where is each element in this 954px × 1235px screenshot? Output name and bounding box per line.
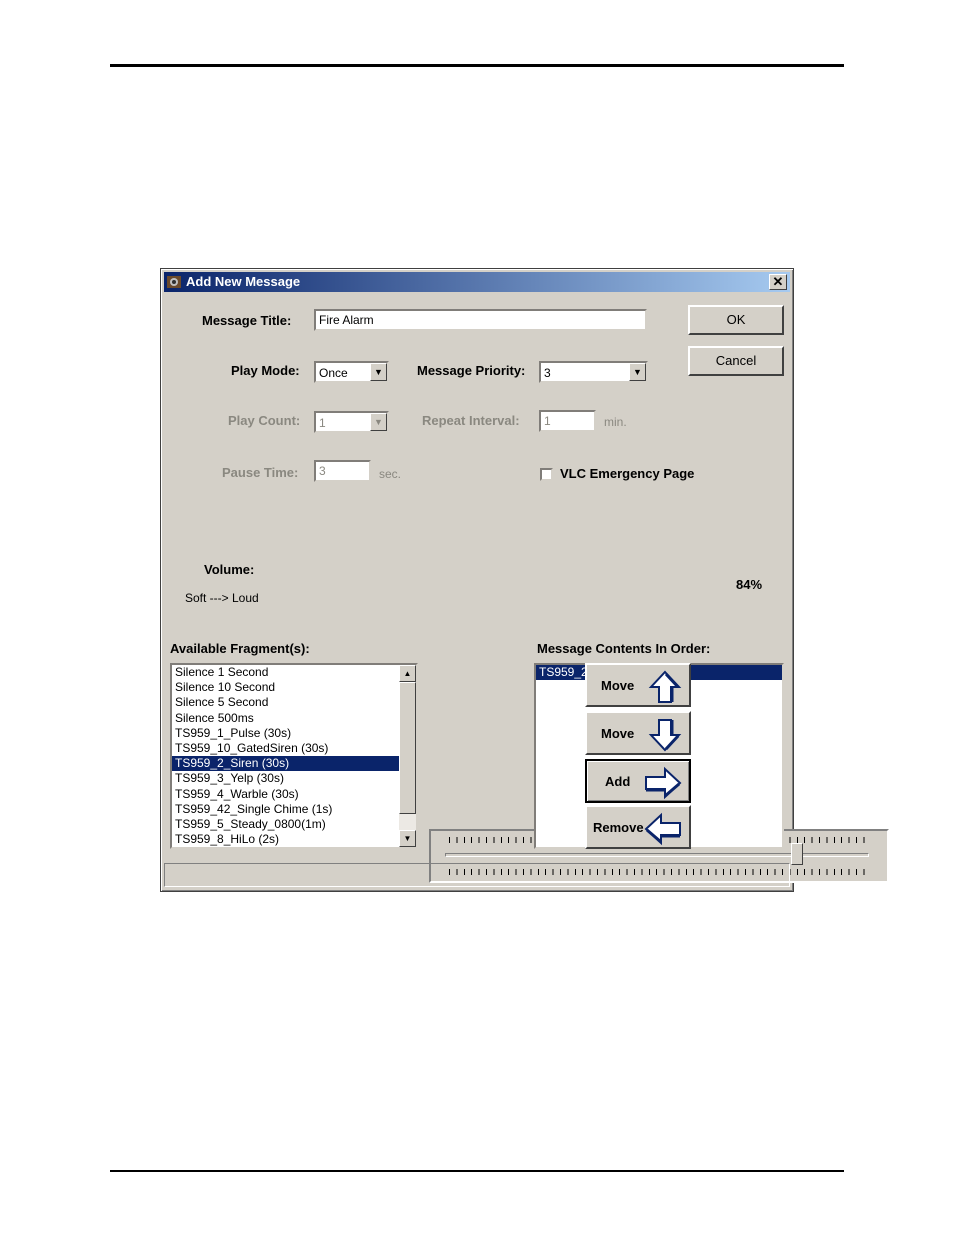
available-fragments-label: Available Fragment(s): [170,641,310,656]
list-item[interactable]: Silence 500ms [172,711,399,726]
vlc-emergency-checkbox[interactable] [540,468,553,481]
play-mode-label: Play Mode: [231,363,300,378]
list-item[interactable]: TS959_2_Siren (30s) [172,756,399,772]
list-item[interactable]: TS959_10_GatedSiren (30s) [172,741,399,756]
volume-slider-thumb[interactable] [791,843,804,865]
scroll-up-icon[interactable]: ▲ [399,665,416,682]
bottom-rule [110,1170,844,1172]
list-item[interactable]: Silence 5 Second [172,695,399,710]
message-contents-label: Message Contents In Order: [537,641,711,656]
list-item[interactable]: TS959_1_Pulse (30s) [172,726,399,741]
remove-button[interactable]: Remove [585,805,691,849]
scrollbar-thumb[interactable] [399,682,416,814]
status-bar [164,863,790,887]
add-button[interactable]: Add [585,759,691,803]
play-count-value: 1 [319,416,326,430]
repeat-interval-label: Repeat Interval: [422,413,520,428]
remove-label: Remove [593,820,644,835]
available-fragments-list[interactable]: Silence 1 Second Silence 10 Second Silence… [170,663,418,849]
move-down-label: Move [601,726,635,741]
add-new-message-dialog: Add New Message ✕ Message Title: Fire Al… [160,268,889,892]
repeat-interval-unit: min. [604,415,627,429]
repeat-interval-input[interactable]: 1 [539,410,596,432]
play-count-label: Play Count: [228,413,301,428]
chevron-down-icon[interactable]: ▼ [370,413,387,431]
message-title-input[interactable]: Fire Alarm [314,309,647,331]
message-priority-select[interactable]: 3 ▼ [539,361,648,383]
ok-button[interactable]: OK [688,305,784,335]
volume-label: Volume: [204,562,255,577]
scrollbar[interactable]: ▲ ▼ [399,665,416,847]
scroll-down-icon[interactable]: ▼ [399,830,416,847]
volume-value: 84% [736,577,763,592]
list-item[interactable]: Silence 10 Second [172,680,399,695]
add-label: Add [605,774,631,789]
play-mode-value: Once [319,366,348,380]
pause-time-unit: sec. [379,467,402,481]
volume-slider-track[interactable] [445,853,869,857]
dialog-title: Add New Message [186,274,301,289]
top-rule [110,64,844,67]
app-icon [167,276,181,288]
list-item[interactable]: TS959_42_Single Chime (1s) [172,802,399,817]
play-count-select[interactable]: 1 ▼ [314,411,389,433]
arrow-left-icon [644,812,681,846]
arrow-down-icon [648,719,682,752]
chevron-down-icon[interactable]: ▼ [370,363,387,381]
message-priority-label: Message Priority: [417,363,526,378]
list-item[interactable]: TS959_8_HiLo (2s) [172,832,399,847]
cancel-button[interactable]: Cancel [688,346,784,376]
move-up-label: Move [601,678,635,693]
list-item[interactable]: TS959_5_Steady_0800(1m) [172,817,399,832]
available-items: Silence 1 Second Silence 10 Second Silence… [172,665,399,847]
chevron-down-icon[interactable]: ▼ [629,363,646,381]
volume-sublabel: Soft ---> Loud [185,591,259,605]
arrow-up-icon [648,670,682,703]
list-item[interactable]: TS959_3_Yelp (30s) [172,771,399,786]
message-title-label: Message Title: [202,313,292,328]
close-button[interactable]: ✕ [769,274,787,290]
arrow-right-icon [645,766,682,800]
play-mode-select[interactable]: Once ▼ [314,361,389,383]
message-priority-value: 3 [544,366,551,380]
move-up-button[interactable]: Move [585,663,691,707]
vlc-emergency-label: VLC Emergency Page [560,466,695,481]
list-item[interactable]: TS959_4_Warble (30s) [172,787,399,802]
pause-time-label: Pause Time: [222,465,299,480]
pause-time-input[interactable]: 3 [314,460,371,482]
move-down-button[interactable]: Move [585,711,691,755]
list-item[interactable]: Silence 1 Second [172,665,399,680]
title-bar[interactable]: Add New Message ✕ [164,272,790,292]
